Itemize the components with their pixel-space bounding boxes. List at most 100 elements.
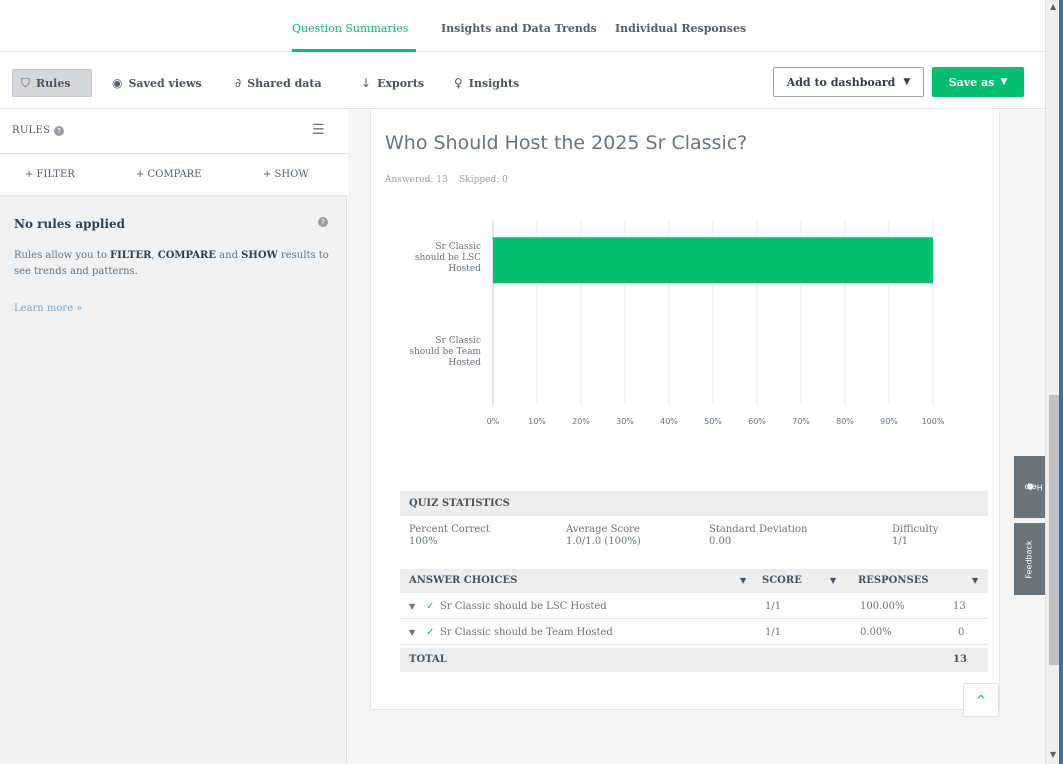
rules-panel: RULES ? ☰ + FILTER + COMPARE + SHOW No r… xyxy=(0,110,347,764)
filter-icon: ⛉ xyxy=(21,75,31,90)
window-edge xyxy=(1059,0,1063,764)
shared-data-label: Shared data xyxy=(247,76,322,90)
correct-check-icon: ✓ xyxy=(426,627,435,638)
total-row: TOTAL 13 xyxy=(400,648,988,672)
link-icon: ∂ xyxy=(235,76,242,90)
category-label-line: Hosted xyxy=(448,358,481,368)
desc-text: Rules allow you to xyxy=(14,250,111,261)
answer-percent: 100.00% xyxy=(860,601,905,612)
table-row: ▼ ✓ Sr Classic should be LSC Hosted 1/1 … xyxy=(400,594,988,619)
category-label-line: Hosted xyxy=(448,264,481,274)
lightbulb-icon: ♀ xyxy=(454,76,463,90)
rules-actions: + FILTER + COMPARE + SHOW xyxy=(0,154,347,196)
correct-check-icon: ✓ xyxy=(426,601,435,612)
insights-button[interactable]: ♀ Insights xyxy=(446,69,527,97)
x-tick-label: 60% xyxy=(748,417,766,426)
expand-caret-icon[interactable]: ▼ xyxy=(409,628,415,637)
feedback-tab[interactable]: Feedback xyxy=(1014,523,1045,595)
total-count: 13 xyxy=(953,654,967,665)
category-label-line: Sr Classic xyxy=(435,242,481,252)
insights-label: Insights xyxy=(468,76,520,90)
desc-text: and xyxy=(216,250,242,261)
rules-title: RULES xyxy=(12,125,51,136)
main-content: Who Should Host the 2025 Sr Classic? Ans… xyxy=(348,110,1045,764)
x-tick-label: 20% xyxy=(572,417,590,426)
stat-value: 1.0/1.0 (100%) xyxy=(566,536,641,547)
save-as-label: Save as xyxy=(948,75,995,89)
quiz-stats-row: Percent Correct 100% Average Score 1.0/1… xyxy=(400,516,988,568)
tab-question-summaries[interactable]: Question Summaries xyxy=(292,22,408,35)
sort-caret-icon[interactable]: ▼ xyxy=(740,576,746,585)
stat-standard-deviation: Standard Deviation 0.00 xyxy=(709,524,807,548)
info-icon[interactable]: ? xyxy=(318,217,328,227)
category-label-line: Sr Classic xyxy=(435,336,481,346)
stat-label: Standard Deviation xyxy=(709,524,808,535)
answer-percent: 0.00% xyxy=(860,627,892,638)
saved-views-button[interactable]: ◉ Saved views xyxy=(104,69,210,97)
answer-table-header: ANSWER CHOICES ▼ SCORE ▼ RESPONSES ▼ xyxy=(400,569,988,593)
x-tick-label: 0% xyxy=(486,417,500,426)
saved-views-label: Saved views xyxy=(128,76,202,90)
x-tick-label: 90% xyxy=(880,417,898,426)
col-score[interactable]: SCORE xyxy=(762,575,802,586)
scroll-up-arrow-icon[interactable]: ▲ xyxy=(1050,2,1056,11)
stat-value: 1/1 xyxy=(892,536,909,547)
exports-button[interactable]: ↓ Exports xyxy=(353,69,432,97)
rules-button[interactable]: ⛉ Rules xyxy=(12,69,92,97)
info-icon[interactable]: ? xyxy=(54,126,64,136)
col-responses[interactable]: RESPONSES xyxy=(858,575,929,586)
x-tick-label: 100% xyxy=(921,417,945,426)
save-as-button[interactable]: Save as ▼ xyxy=(932,67,1024,97)
answer-label: Sr Classic should be LSC Hosted xyxy=(440,601,607,612)
question-card: Who Should Host the 2025 Sr Classic? Ans… xyxy=(370,110,1000,710)
answer-count: 13 xyxy=(953,601,966,612)
caret-down-icon: ▼ xyxy=(1000,77,1008,87)
report-tabs: Question Summaries Insights and Data Tre… xyxy=(0,0,1045,52)
table-row: ▼ ✓ Sr Classic should be Team Hosted 1/1… xyxy=(400,620,988,645)
help-tab-label: Help xyxy=(1024,482,1044,492)
no-rules-title: No rules applied xyxy=(14,217,126,231)
answer-score: 1/1 xyxy=(765,601,782,612)
caret-down-icon: ▼ xyxy=(903,77,911,87)
sort-caret-icon[interactable]: ▼ xyxy=(972,576,978,585)
tab-individual-responses[interactable]: Individual Responses xyxy=(615,22,746,35)
scroll-down-arrow-icon[interactable]: ▼ xyxy=(1050,750,1056,759)
add-to-dashboard-button[interactable]: Add to dashboard ▼ xyxy=(773,67,924,97)
collapse-panel-icon[interactable]: ☰ xyxy=(312,122,325,138)
add-compare-button[interactable]: + COMPARE xyxy=(136,169,202,180)
x-tick-label: 30% xyxy=(616,417,634,426)
stat-label: Percent Correct xyxy=(409,524,490,535)
stat-average-score: Average Score 1.0/1.0 (100%) xyxy=(566,524,641,548)
total-label: TOTAL xyxy=(409,654,447,665)
bar-0[interactable] xyxy=(493,237,933,284)
shared-data-button[interactable]: ∂ Shared data xyxy=(227,69,330,97)
col-answer-choices[interactable]: ANSWER CHOICES xyxy=(409,575,517,586)
sort-caret-icon[interactable]: ▼ xyxy=(830,576,836,585)
x-tick-label: 50% xyxy=(704,417,722,426)
answer-score: 1/1 xyxy=(765,627,782,638)
x-tick-label: 70% xyxy=(792,417,810,426)
answer-label: Sr Classic should be Team Hosted xyxy=(440,627,613,638)
stat-difficulty: Difficulty 1/1 xyxy=(892,524,938,548)
add-to-dashboard-label: Add to dashboard xyxy=(786,75,896,89)
help-tab[interactable]: ● Help xyxy=(1014,456,1045,518)
learn-more-link[interactable]: Learn more » xyxy=(14,303,82,314)
category-label-team: Sr Classic should be Team Hosted xyxy=(391,336,481,369)
stat-label: Difficulty xyxy=(892,524,939,535)
scroll-to-top-button[interactable]: ^ xyxy=(963,683,999,717)
tab-insights-data-trends[interactable]: Insights and Data Trends xyxy=(441,22,597,35)
add-show-button[interactable]: + SHOW xyxy=(263,169,309,180)
x-tick-label: 10% xyxy=(528,417,546,426)
category-label-line: should be Team xyxy=(409,347,481,357)
active-tab-indicator xyxy=(292,49,416,52)
rules-header: RULES ? ☰ xyxy=(0,110,347,154)
expand-caret-icon[interactable]: ▼ xyxy=(409,602,415,611)
bar-chart: Sr Classic should be LSC Hosted Sr Class… xyxy=(371,210,1001,450)
answer-count: 0 xyxy=(958,627,965,638)
x-tick-label: 40% xyxy=(660,417,678,426)
stat-value: 100% xyxy=(409,536,438,547)
stat-value: 0.00 xyxy=(709,536,732,547)
desc-filter: FILTER xyxy=(110,250,152,261)
add-filter-button[interactable]: + FILTER xyxy=(25,169,75,180)
download-arrow-icon: ↓ xyxy=(361,76,372,90)
